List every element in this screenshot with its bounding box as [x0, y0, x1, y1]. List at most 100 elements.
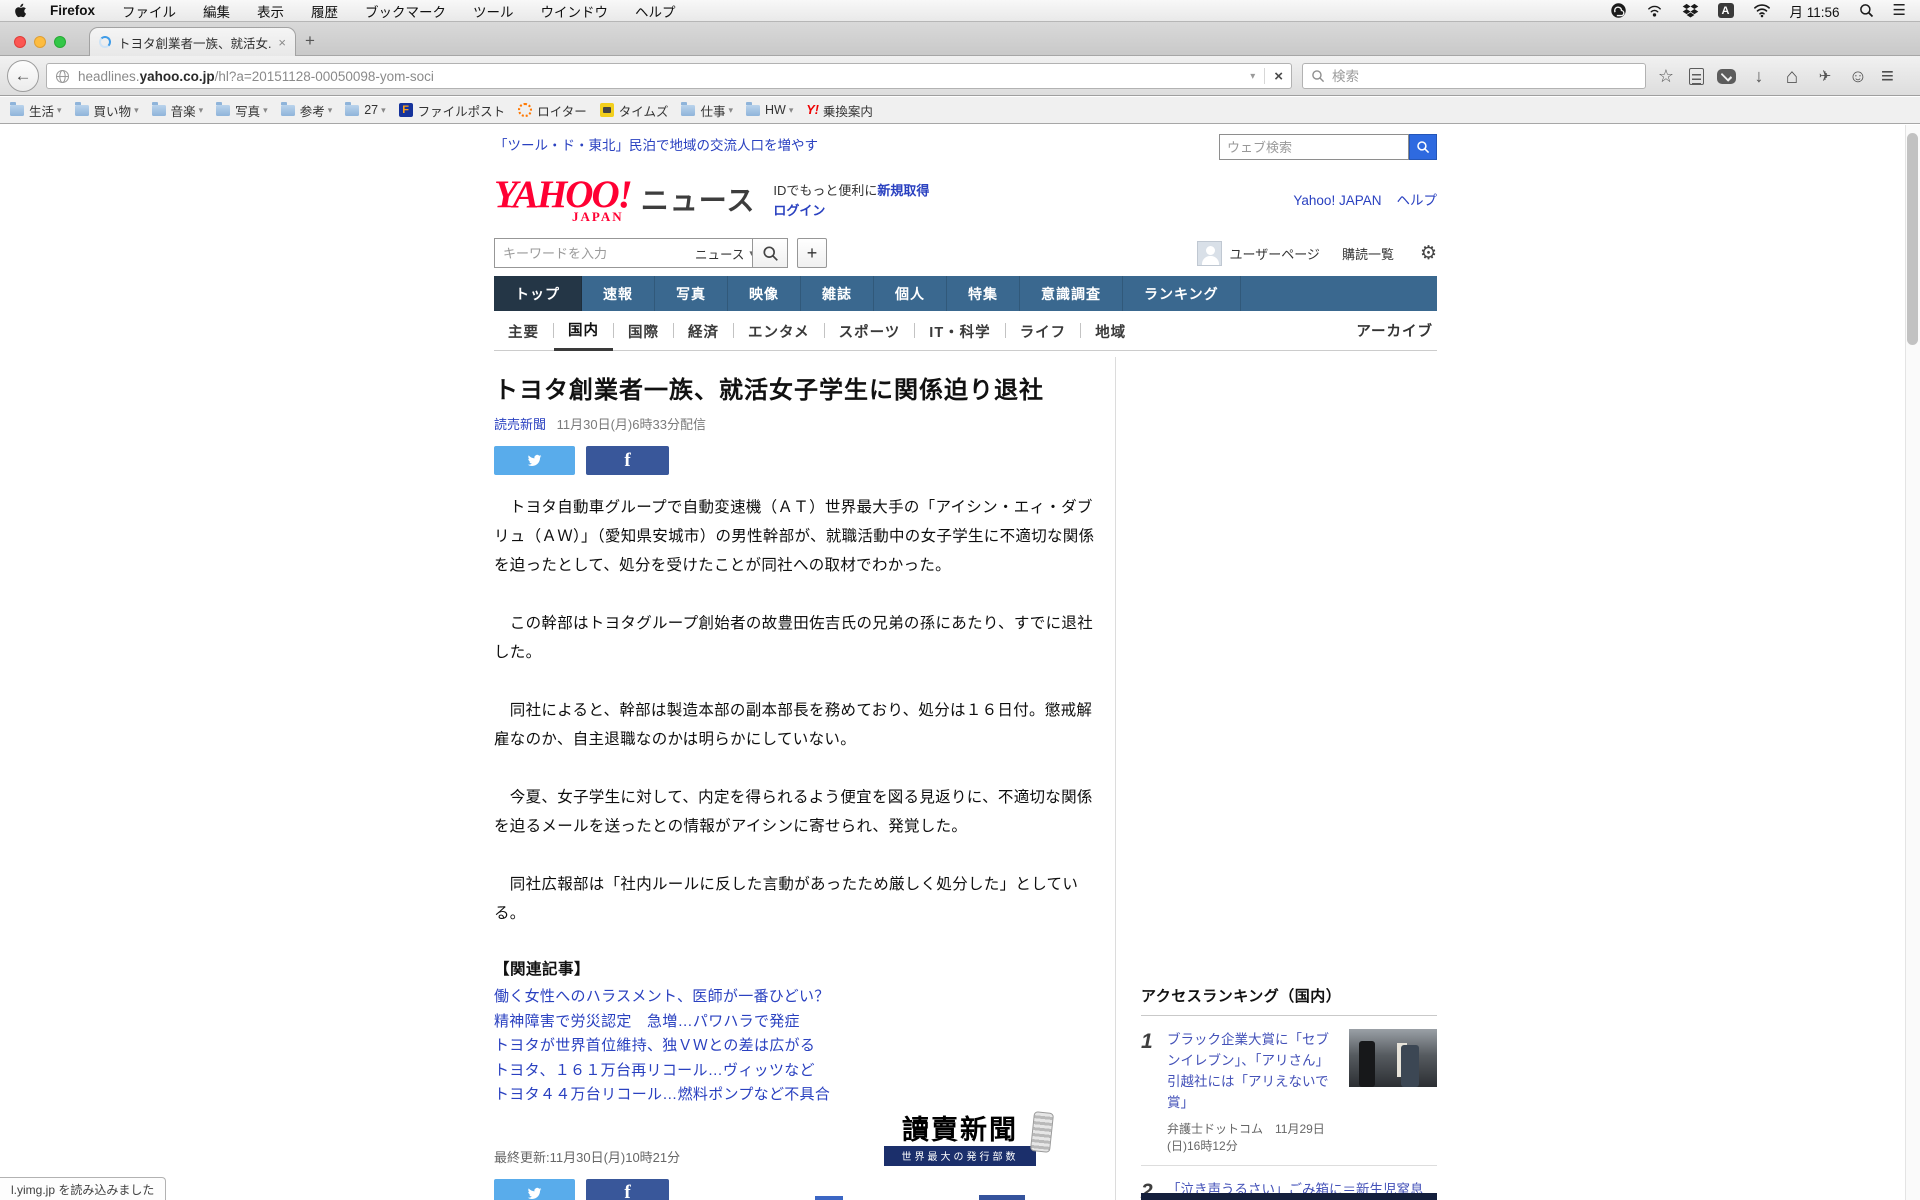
hotspot-icon[interactable]: [1646, 3, 1663, 19]
menubar-item-window[interactable]: ウインドウ: [541, 1, 609, 21]
nav-tab-zasshi[interactable]: 雑誌: [801, 276, 874, 311]
nav-tab-sokuho[interactable]: 速報: [582, 276, 655, 311]
browser-search-bar[interactable]: [1302, 63, 1646, 89]
ranking-link[interactable]: ブラック企業大賞に「セブンイレブン」、「アリさん」引越社には「アリえないで賞」: [1167, 1032, 1329, 1110]
input-source-icon[interactable]: A: [1718, 3, 1734, 18]
subnav-kokusai[interactable]: 国際: [614, 312, 673, 350]
feedback-smiley-icon[interactable]: ☺: [1848, 67, 1868, 85]
help-link[interactable]: ヘルプ: [1397, 193, 1438, 208]
yahoo-news-logo[interactable]: YAHOO! JAPAN: [494, 175, 631, 225]
wifi-icon[interactable]: [1753, 3, 1771, 18]
menubar-item-file[interactable]: ファイル: [122, 1, 176, 21]
nav-tab-eizo[interactable]: 映像: [728, 276, 801, 311]
creative-cloud-icon[interactable]: [1610, 2, 1627, 19]
nav-tab-ranking[interactable]: ランキング: [1123, 276, 1241, 311]
bookmark-filepost[interactable]: Fファイルポスト: [399, 101, 506, 120]
url-bar[interactable]: headlines.yahoo.co.jp/hl?a=20151128-0005…: [46, 63, 1292, 89]
pocket-icon[interactable]: [1717, 69, 1736, 84]
bookmark-folder-hw[interactable]: HW▾: [746, 103, 793, 117]
login-link[interactable]: ログイン: [773, 203, 825, 218]
facebook-share-button[interactable]: f: [586, 446, 669, 475]
subnav-keizai[interactable]: 経済: [674, 312, 733, 350]
spotlight-icon[interactable]: [1859, 3, 1874, 18]
related-link[interactable]: 精神障害で労災認定 急増…パワハラで発症: [494, 1010, 1098, 1035]
nav-tab-top[interactable]: トップ: [494, 276, 582, 311]
related-link[interactable]: トヨタ、１６１万台再リコール…ヴィッツなど: [494, 1059, 1098, 1084]
keyword-input[interactable]: [495, 246, 687, 261]
bookmark-reuters[interactable]: ロイター: [518, 101, 587, 120]
subnav-kokunai[interactable]: 国内: [554, 310, 613, 351]
subnav-life[interactable]: ライフ: [1006, 312, 1081, 350]
web-search-button[interactable]: [1409, 134, 1437, 160]
bookmark-norikae[interactable]: Y!乗換案内: [806, 101, 873, 120]
archive-link[interactable]: アーカイブ: [1356, 320, 1433, 341]
tab-close-icon[interactable]: ×: [278, 35, 286, 50]
menubar-item-firefox[interactable]: Firefox: [50, 3, 95, 18]
bookmark-star-icon[interactable]: ☆: [1656, 67, 1676, 85]
nav-tab-shashin[interactable]: 写真: [655, 276, 728, 311]
bookmark-folder-seikatsu[interactable]: 生活▾: [10, 101, 62, 120]
subnav-entame[interactable]: エンタメ: [734, 312, 824, 350]
related-link[interactable]: 働く女性へのハラスメント、医師が一番ひどい？: [494, 985, 1098, 1010]
url-dropdown-icon[interactable]: ▾: [1250, 71, 1255, 82]
back-button[interactable]: ←: [7, 60, 39, 92]
active-tab[interactable]: トヨタ創業者一族、就活女... ×: [89, 27, 296, 56]
subnav-shuyo[interactable]: 主要: [494, 312, 553, 350]
home-icon[interactable]: ⌂: [1782, 66, 1802, 87]
menubar-item-tools[interactable]: ツール: [473, 1, 514, 21]
menubar-item-edit[interactable]: 編集: [203, 1, 230, 21]
bookmark-folder-shigoto[interactable]: 仕事▾: [681, 101, 733, 120]
twitter-share-button[interactable]: [494, 446, 575, 475]
scrollbar-thumb[interactable]: [1907, 133, 1918, 345]
menubar-item-history[interactable]: 履歴: [311, 1, 338, 21]
menubar-item-help[interactable]: ヘルプ: [635, 1, 676, 21]
user-page-link[interactable]: ユーザーページ: [1229, 244, 1319, 263]
stop-loading-button[interactable]: ×: [1274, 68, 1283, 85]
window-close-button[interactable]: [14, 36, 26, 48]
register-link[interactable]: 新規取得: [877, 183, 929, 198]
downloads-icon[interactable]: ↓: [1749, 67, 1769, 85]
menubar-item-bookmarks[interactable]: ブックマーク: [365, 1, 446, 21]
add-search-button[interactable]: +: [797, 238, 827, 268]
dropbox-icon[interactable]: [1682, 3, 1699, 19]
user-avatar-icon[interactable]: [1197, 241, 1222, 266]
twitter-share-button[interactable]: [494, 1179, 575, 1200]
window-minimize-button[interactable]: [34, 36, 46, 48]
subscriptions-link[interactable]: 購読一覧: [1342, 244, 1394, 263]
bookmark-folder-shashin[interactable]: 写真▾: [216, 101, 268, 120]
subnav-chiiki[interactable]: 地域: [1081, 312, 1140, 350]
apple-menu-icon[interactable]: [14, 3, 28, 19]
new-tab-button[interactable]: +: [305, 31, 315, 51]
related-link[interactable]: トヨタ４４万台リコール…燃料ポンプなど不具合: [494, 1083, 1098, 1108]
settings-gear-icon[interactable]: ⚙: [1420, 242, 1437, 265]
news-search-button[interactable]: [752, 238, 788, 268]
keyword-search-box[interactable]: ニュース▾: [494, 238, 752, 268]
web-search-input[interactable]: [1219, 134, 1409, 160]
yahoo-japan-link[interactable]: Yahoo! JAPAN: [1293, 193, 1381, 208]
menubar-item-view[interactable]: 表示: [257, 1, 284, 21]
article-source-link[interactable]: 読売新聞: [494, 417, 546, 432]
search-scope-dropdown[interactable]: ニュース▾: [687, 244, 762, 263]
reading-list-icon[interactable]: [1689, 68, 1704, 85]
scrollbar-track[interactable]: [1905, 125, 1920, 1200]
promo-link[interactable]: 「ツール・ド・東北」民泊で地域の交流人口を増やす: [494, 134, 818, 154]
bookmark-folder-ongaku[interactable]: 音楽▾: [152, 101, 204, 120]
notification-center-icon[interactable]: ☰: [1893, 3, 1906, 18]
bookmark-folder-kaimono[interactable]: 買い物▾: [75, 101, 139, 120]
yomiuri-logo[interactable]: 讀賣新聞 世界最大の発行部数: [884, 1116, 1036, 1165]
search-input[interactable]: [1332, 69, 1592, 84]
ranking-thumbnail-image[interactable]: [1349, 1029, 1437, 1087]
nav-tab-tokushu[interactable]: 特集: [947, 276, 1020, 311]
facebook-share-button[interactable]: f: [586, 1179, 669, 1200]
menu-hamburger-icon[interactable]: ≡: [1881, 63, 1894, 89]
site-globe-icon[interactable]: [55, 69, 70, 84]
bookmark-folder-27[interactable]: 27▾: [345, 103, 385, 117]
bookmark-folder-sanko[interactable]: 参考▾: [281, 101, 333, 120]
menubar-clock[interactable]: 月 11:56: [1790, 1, 1840, 21]
nav-tab-ishikichosa[interactable]: 意識調査: [1020, 276, 1123, 311]
related-link[interactable]: トヨタが世界首位維持、独ＶＷとの差は広がる: [494, 1034, 1098, 1059]
window-zoom-button[interactable]: [54, 36, 66, 48]
subnav-it-kagaku[interactable]: IT・科学: [915, 312, 1004, 350]
nav-tab-kojin[interactable]: 個人: [874, 276, 947, 311]
subnav-sports[interactable]: スポーツ: [825, 312, 915, 350]
